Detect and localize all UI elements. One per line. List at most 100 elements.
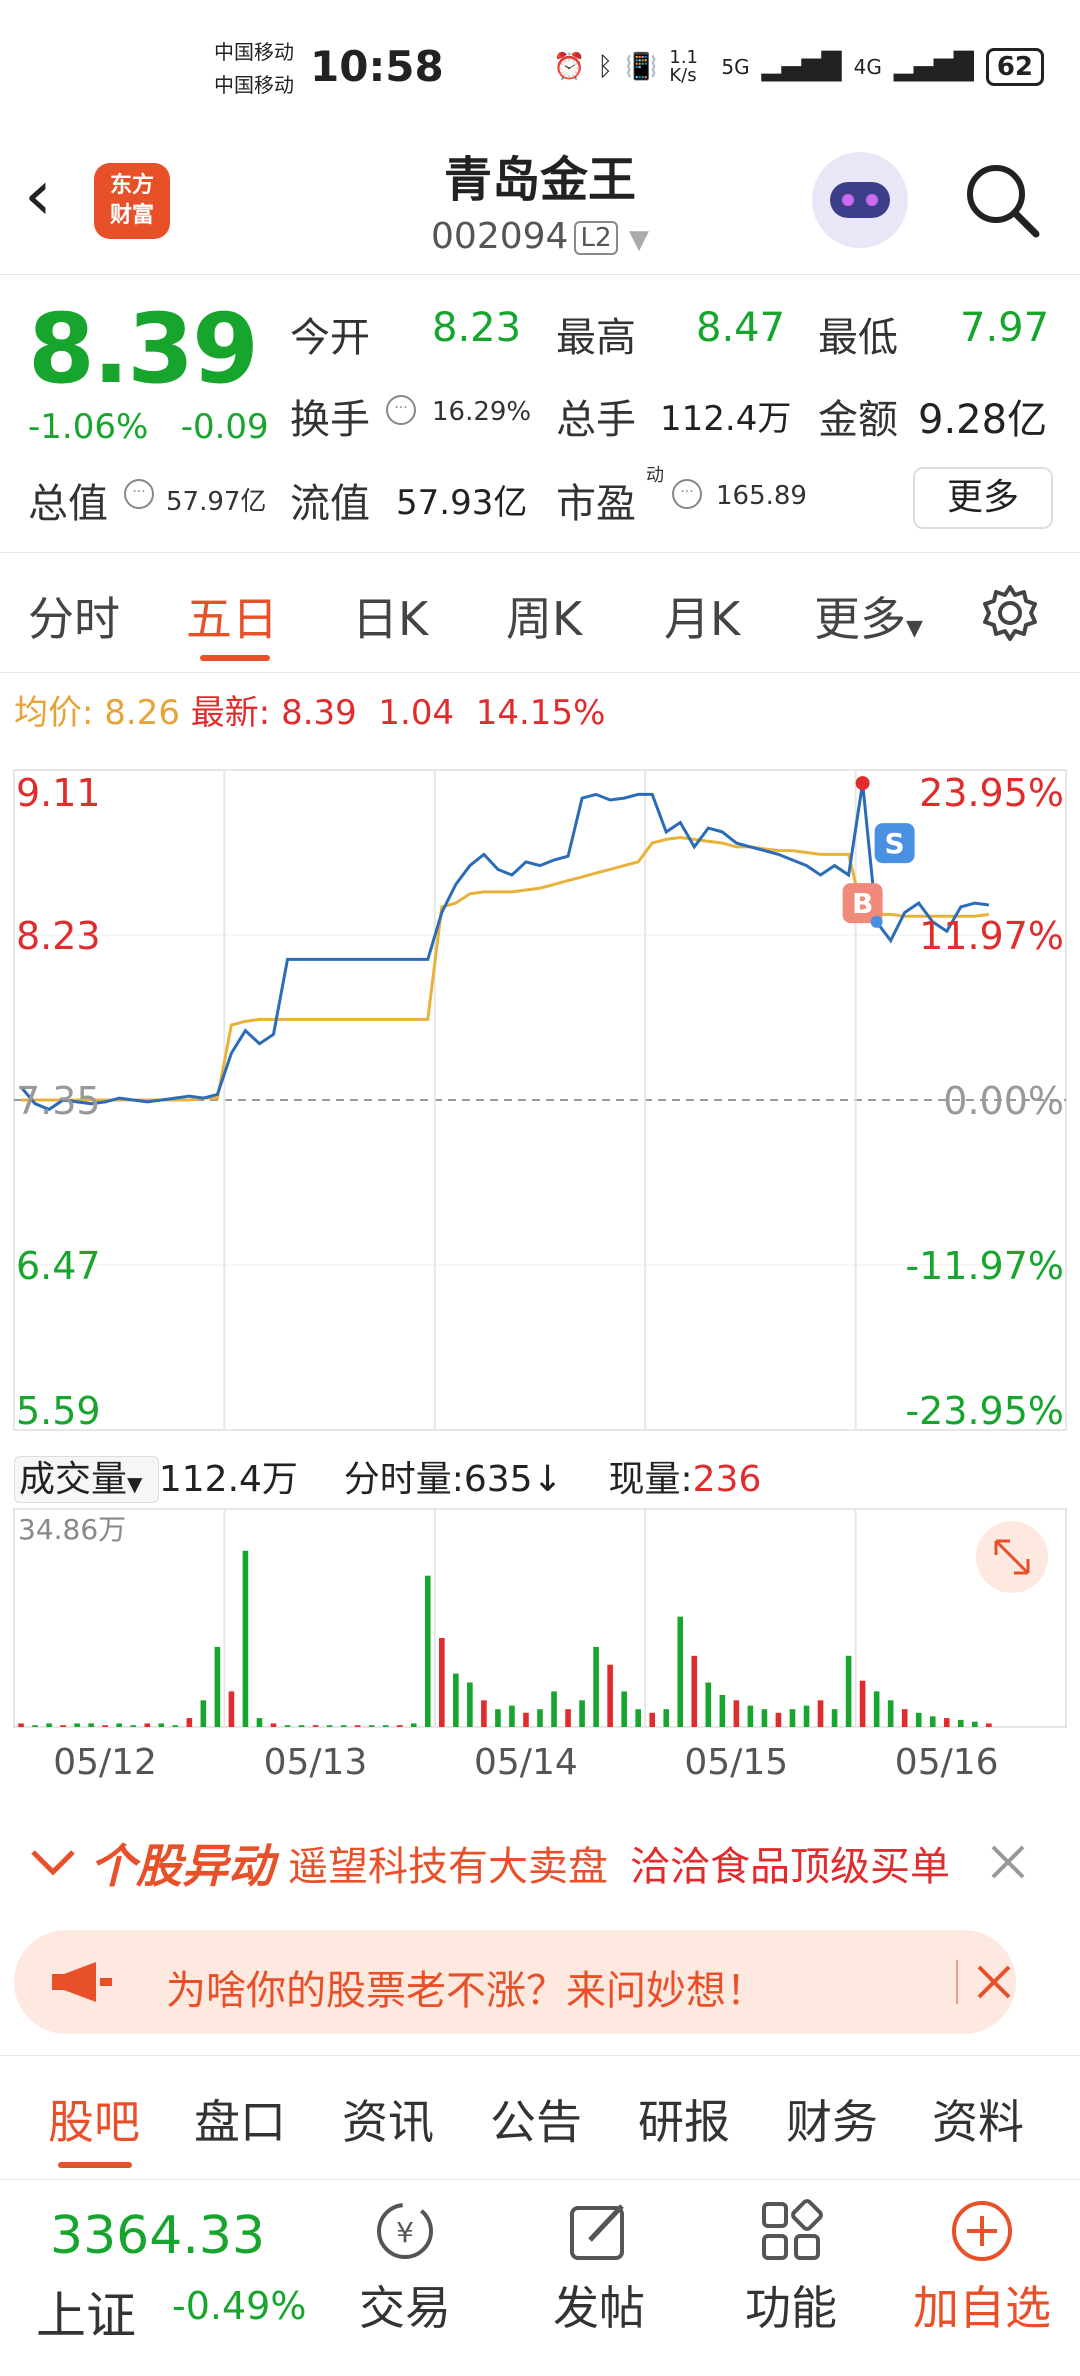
post-button[interactable]: 发帖 <box>524 2198 674 2338</box>
volume-bar <box>607 1664 613 1727</box>
close-icon[interactable] <box>988 1842 1028 1882</box>
volume-bar <box>284 1725 291 1727</box>
float-value: 57.93亿 <box>396 483 528 523</box>
more-info-icon-2[interactable]: ··· <box>124 479 154 509</box>
volume-bar <box>228 1691 235 1727</box>
more-info-icon[interactable]: ··· <box>386 395 416 425</box>
more-button[interactable]: 更多 <box>913 467 1053 529</box>
battery-indicator: 62 <box>985 48 1044 86</box>
tab-intraday[interactable]: 分时 <box>28 583 120 649</box>
volume-bar <box>481 1700 487 1727</box>
more-info-icon-3[interactable]: ··· <box>672 479 702 509</box>
date-label: 05/16 <box>894 1742 999 1783</box>
app-header: ‹ 东方 财富 青岛金王 002094 L2 ▼ <box>0 130 1080 275</box>
search-icon[interactable] <box>962 160 1042 240</box>
tab-research[interactable]: 研报 <box>638 2086 730 2152</box>
functions-button[interactable]: 功能 <box>716 2198 866 2338</box>
tab-more[interactable]: 更多▼ <box>814 583 923 649</box>
volume-bar <box>986 1723 992 1727</box>
date-label: 05/14 <box>474 1742 578 1783</box>
sell-marker: S <box>874 823 915 864</box>
gear-icon[interactable] <box>980 583 1040 643</box>
tab-monthly-k[interactable]: 月K <box>664 583 740 649</box>
index-value[interactable]: 3364.33 <box>50 2206 265 2266</box>
trade-label: 交易 <box>359 2281 451 2335</box>
chevron-down-icon[interactable] <box>28 1842 78 1882</box>
tab-five-day[interactable]: 五日 <box>186 583 278 649</box>
robot-icon <box>830 182 890 218</box>
tab-weekly-k[interactable]: 周K <box>506 583 582 649</box>
low-label: 最低 <box>818 315 898 361</box>
now-value: 236 <box>692 1459 762 1500</box>
volume-chart: 34.86万 <box>13 1508 1067 1728</box>
volume-bar <box>593 1646 599 1727</box>
stock-code: 002094 <box>431 216 569 257</box>
latest-value: 8.39 <box>281 693 357 733</box>
volume-bar <box>649 1712 656 1727</box>
low-point <box>870 915 883 928</box>
index-name[interactable]: 上证 <box>36 2276 136 2348</box>
quote-panel: 8.39 -1.06% -0.09 今开 8.23 最高 8.47 最低 7.9… <box>0 275 1080 553</box>
expand-icon <box>976 1521 1048 1593</box>
tab-orderbook[interactable]: 盘口 <box>194 2086 286 2152</box>
avg-info-row: 均价: 8.26 最新: 8.39 1.04 14.15% <box>14 685 605 734</box>
stock-code-row[interactable]: 002094 L2 ▼ <box>0 216 1080 257</box>
volume-bar <box>32 1725 38 1727</box>
add-watchlist-button[interactable]: 加自选 <box>892 2198 1072 2338</box>
news-ticker[interactable]: 个股异动 遥望科技有大卖盘 洽洽食品顶级买单 <box>0 1790 1080 1920</box>
info-tabs: 股吧 盘口 资讯 公告 研报 财务 资料 <box>0 2055 1080 2180</box>
volume-bar <box>439 1638 445 1727</box>
close-icon[interactable] <box>974 1962 1014 2002</box>
now-label: 现量: <box>608 1459 693 1500</box>
volume-bar <box>845 1655 852 1727</box>
grid-icon <box>762 2199 823 2260</box>
edit-icon <box>570 2204 624 2260</box>
volume-label: 成交量 <box>19 1459 128 1500</box>
volume-bar <box>214 1646 221 1727</box>
add-watchlist-label: 加自选 <box>913 2281 1051 2335</box>
float-label: 流值 <box>290 481 370 527</box>
ticker-news-1[interactable]: 遥望科技有大卖盘 <box>288 1834 608 1892</box>
avg-label: 均价: <box>14 693 94 733</box>
volume-bar <box>691 1655 698 1727</box>
ticker-news-2[interactable]: 洽洽食品顶级买单 <box>630 1834 950 1892</box>
assistant-avatar[interactable] <box>812 152 908 248</box>
volume-bar <box>326 1725 333 1727</box>
tab-announcements[interactable]: 公告 <box>490 2086 582 2152</box>
yen-exchange-icon: ¥ <box>377 2203 433 2259</box>
tab-profile[interactable]: 资料 <box>932 2086 1024 2152</box>
volume-bar <box>453 1673 459 1727</box>
trade-button[interactable]: ¥ 交易 <box>330 2198 480 2338</box>
volume-bar <box>719 1694 726 1727</box>
buy-marker-label: B <box>852 887 873 920</box>
tab-daily-k[interactable]: 日K <box>352 583 428 649</box>
svg-text:¥: ¥ <box>396 2216 414 2249</box>
signal-5g: 5G <box>721 55 750 79</box>
volume-total: 112.4万 <box>158 1459 298 1500</box>
date-label: 05/12 <box>53 1742 157 1783</box>
latest-label: 最新: <box>190 693 271 733</box>
change-pct: -1.06% <box>28 407 149 447</box>
avg-value: 8.26 <box>104 693 180 733</box>
volume-selector[interactable]: 成交量▼ <box>14 1456 159 1503</box>
pe-sup: 动 <box>646 465 664 486</box>
tab-forum[interactable]: 股吧 <box>48 2086 140 2152</box>
amount-label: 金额 <box>818 397 898 443</box>
promo-banner[interactable]: 为啥你的股票老不涨？来问妙想！ <box>14 1930 1016 2034</box>
five-day-chart[interactable]: SB 9.11 23.95% 8.23 11.97% 7.35 0.00% 6.47 -11.9… <box>0 740 1080 1440</box>
volume-bar <box>368 1725 375 1727</box>
volume-bar <box>46 1723 52 1727</box>
signal-4g: 4G <box>853 55 882 79</box>
status-bar: 中国移动 中国移动 10:58 ⏰ ᛒ 📳 1.1 K/s 5G ▂▄▆█ 4G… <box>0 0 1080 130</box>
tab-financials[interactable]: 财务 <box>786 2086 878 2152</box>
volume-label: 总手 <box>556 397 636 443</box>
change-value: -0.09 <box>180 407 269 447</box>
volume-bar <box>915 1712 922 1727</box>
plus-circle-icon <box>952 2201 1012 2261</box>
tab-news[interactable]: 资讯 <box>342 2086 434 2152</box>
turnover-value: 16.29% <box>432 397 532 427</box>
index-change: -0.49% <box>172 2284 307 2328</box>
y-tick-right: -23.95% <box>905 1389 1064 1433</box>
volume-bar <box>817 1700 824 1727</box>
volume-bar <box>677 1616 684 1727</box>
